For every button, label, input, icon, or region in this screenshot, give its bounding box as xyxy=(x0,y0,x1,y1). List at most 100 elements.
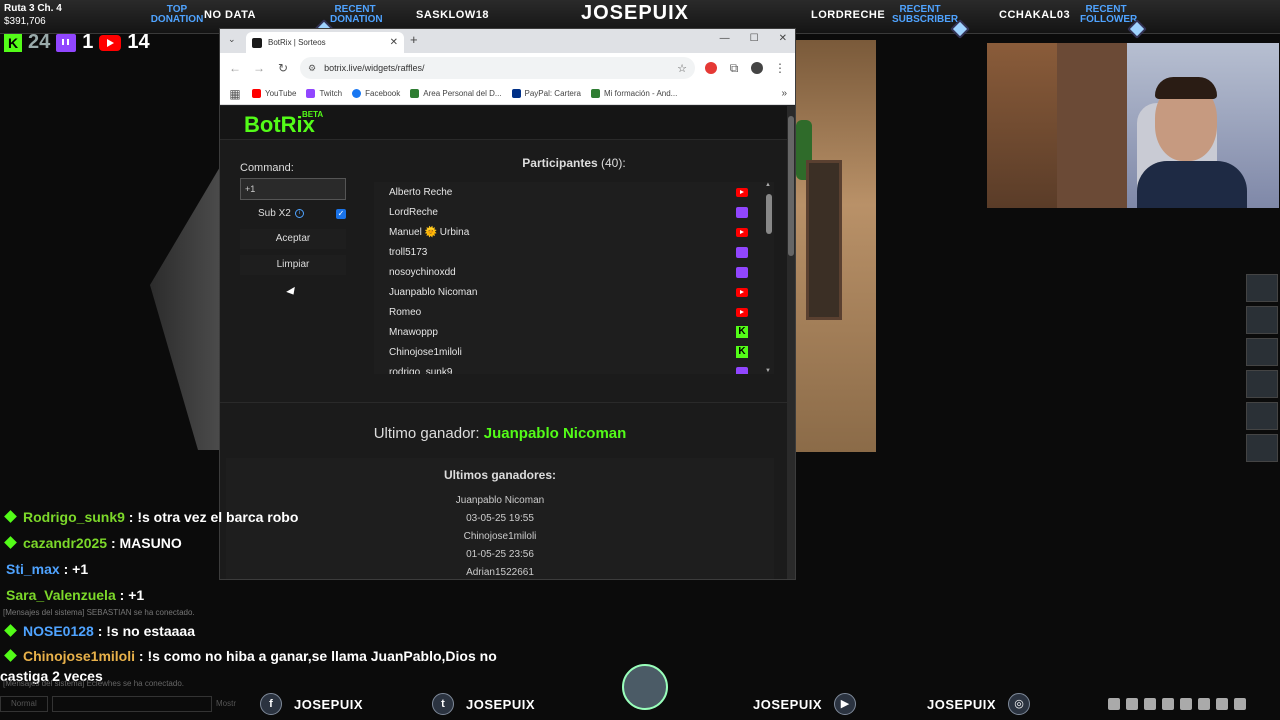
bookmark-twitch[interactable]: Twitch xyxy=(306,89,342,98)
participants-panel: Participantes (40): Alberto Reche LordRe… xyxy=(374,156,774,374)
twitch-icon xyxy=(306,89,316,98)
divider xyxy=(220,402,788,403)
page-scrollbar[interactable] xyxy=(787,106,795,579)
participant-row: Romeo xyxy=(374,302,774,322)
forward-icon[interactable]: → xyxy=(252,61,266,75)
game-window xyxy=(806,160,842,320)
clear-button[interactable]: Limpiar xyxy=(240,255,346,275)
url-text: botrix.live/widgets/raffles/ xyxy=(324,63,425,73)
tray-icon xyxy=(1126,698,1138,710)
chat-user: cazandr2025 xyxy=(23,535,108,551)
youtube-icon xyxy=(736,287,748,297)
tray-icon xyxy=(1162,698,1174,710)
profile-avatar-icon[interactable] xyxy=(751,62,763,74)
minimize-icon[interactable]: — xyxy=(720,33,730,44)
botrix-header: BotRix BETA xyxy=(220,106,788,140)
participant-row: Manuel 🌞 Urbina xyxy=(374,222,774,242)
maximize-icon[interactable]: ☐ xyxy=(750,33,759,44)
apps-grid-icon[interactable]: ▦ xyxy=(228,87,242,101)
participant-row: nosoychinoxdd xyxy=(374,262,774,282)
accept-button[interactable]: Aceptar xyxy=(240,229,346,249)
participant-row: Mnawoppp K xyxy=(374,322,774,342)
chevron-right-icon[interactable]: » xyxy=(781,88,787,99)
page-scroll-thumb[interactable] xyxy=(788,116,794,256)
game-wall-right xyxy=(796,40,876,452)
twitch-icon xyxy=(736,266,748,278)
last-winner-label: Ultimo ganador: xyxy=(373,425,480,442)
bookmark-paypal[interactable]: PayPal: Cartera xyxy=(511,89,581,98)
gem-icon xyxy=(4,510,17,523)
chat-input-field[interactable] xyxy=(52,696,212,712)
raffle-settings: Command: +1 Sub X2 i ✓ Aceptar Limpiar xyxy=(240,162,346,275)
last-winner: Ultimo ganador: Juanpablo Nicoman xyxy=(220,425,780,442)
menu-kebab-icon[interactable]: ⋮ xyxy=(773,61,787,75)
youtube-icon: ▶ xyxy=(834,693,857,715)
kick-icon: K xyxy=(736,346,748,358)
tab-botrix[interactable]: BotRix | Sorteos ✕ xyxy=(246,32,404,53)
address-bar[interactable]: ⚙ botrix.live/widgets/raffles/ ☆ xyxy=(300,57,695,79)
recent-donation-value: SASKLOW18 xyxy=(416,9,489,21)
route-label: Ruta 3 Ch. 4 xyxy=(4,3,62,14)
recent-donation: RECENT DONATION xyxy=(330,0,383,30)
tab-search-icon[interactable]: ⌄ xyxy=(228,34,236,45)
new-tab-icon[interactable]: + xyxy=(410,32,418,47)
pokeball-emblem-icon xyxy=(622,664,668,710)
sub-x2-label: Sub X2 xyxy=(258,208,291,219)
twitch-count: 1 xyxy=(82,31,94,53)
chat-show-label: Mostr xyxy=(216,699,236,708)
game-tray-icons xyxy=(1108,698,1246,710)
extensions-puzzle-icon[interactable]: ⧉ xyxy=(727,61,741,76)
back-icon[interactable]: ← xyxy=(228,61,242,75)
tray-icon xyxy=(1198,698,1210,710)
command-label: Command: xyxy=(240,162,294,174)
bookmark-area-personal[interactable]: Area Personal del D... xyxy=(410,89,502,98)
gem-icon xyxy=(4,624,17,637)
youtube-count: 14 xyxy=(127,31,150,53)
social-twitter: t JOSEPUIX xyxy=(432,693,535,715)
scroll-thumb[interactable] xyxy=(766,194,772,234)
bookmark-facebook[interactable]: Facebook xyxy=(352,89,400,98)
gem-icon xyxy=(4,649,17,662)
top-donation-value: NO DATA xyxy=(204,9,256,21)
chat-user: Chinojose1miloli xyxy=(23,648,136,664)
reload-icon[interactable]: ↻ xyxy=(276,61,290,75)
facebook-icon: f xyxy=(260,693,282,715)
window-close-icon[interactable]: ✕ xyxy=(779,33,787,44)
twitter-icon: t xyxy=(432,693,454,715)
sub-x2-checkbox[interactable]: ✓ xyxy=(336,208,346,219)
winners-title: Ultimos ganadores: xyxy=(443,468,557,482)
webcam-feed xyxy=(987,43,1279,208)
youtube-icon xyxy=(99,34,122,51)
system-message: [Mensajes del sistema] SEBASTIAN se ha c… xyxy=(3,608,195,617)
command-input[interactable]: +1 xyxy=(240,178,346,200)
close-icon[interactable]: ✕ xyxy=(390,37,398,48)
tray-icon xyxy=(1108,698,1120,710)
streamer-name: JOSEPUIX xyxy=(580,2,690,24)
bookmark-youtube[interactable]: YouTube xyxy=(252,89,296,98)
last-winner-name: Juanpablo Nicoman xyxy=(483,425,627,442)
pokemon-slot-icon xyxy=(1246,434,1278,462)
twitch-icon xyxy=(736,206,748,218)
social-facebook: f JOSEPUIX xyxy=(260,693,363,715)
info-icon[interactable]: i xyxy=(294,209,304,218)
participants-list[interactable]: Alberto Reche LordReche Manuel 🌞 Urbina … xyxy=(374,182,774,374)
social-youtube: JOSEPUIX ▶ xyxy=(753,693,857,715)
extension-icon[interactable] xyxy=(705,62,717,74)
recent-follower-label: RECENT FOLLOWER xyxy=(1080,4,1138,25)
pokemon-slot-icon xyxy=(1246,338,1278,366)
chat-user: Sara_Valenzuela xyxy=(6,587,116,603)
viewer-counts: K 24 1 14 xyxy=(4,31,204,54)
site-info-icon[interactable]: ⚙ xyxy=(308,63,316,74)
participant-row: Juanpablo Nicoman xyxy=(374,282,774,302)
facebook-icon xyxy=(352,89,362,98)
bookmark-star-icon[interactable]: ☆ xyxy=(677,62,687,75)
scroll-up-icon[interactable]: ▲ xyxy=(765,182,771,188)
kick-icon: K xyxy=(736,326,748,338)
pokemon-slot-icon xyxy=(1246,370,1278,398)
tray-icon xyxy=(1216,698,1228,710)
participants-scrollbar[interactable]: ▲ ▼ xyxy=(765,182,772,374)
chat-mode-select[interactable]: Normal xyxy=(0,696,48,712)
scroll-down-icon[interactable]: ▼ xyxy=(765,368,771,374)
pokemon-slot-icon xyxy=(1246,274,1278,302)
bookmark-mi-formacion[interactable]: Mi formación - And... xyxy=(590,89,677,98)
